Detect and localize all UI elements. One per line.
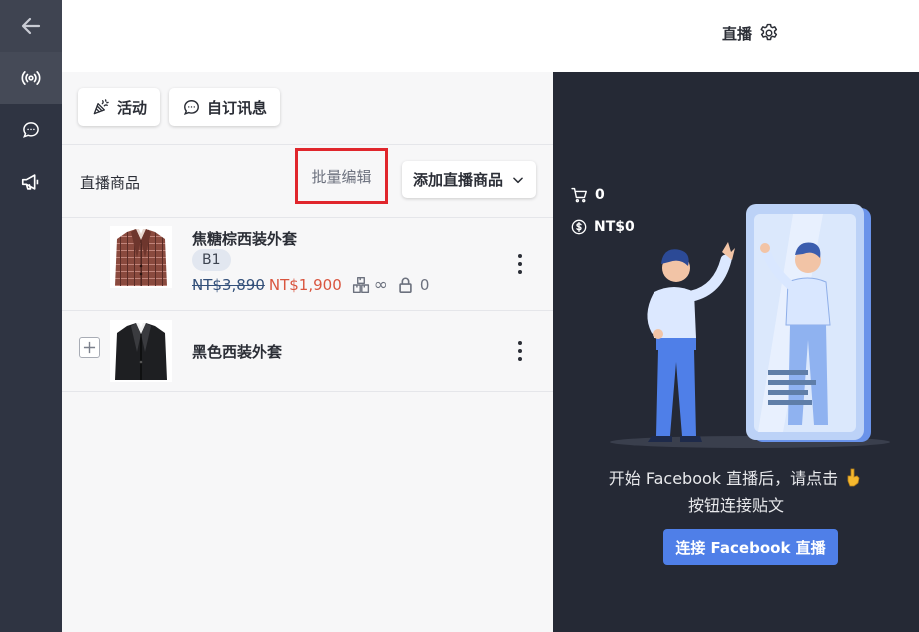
bulk-edit-button[interactable]: 批量编辑 xyxy=(295,148,388,204)
live-illustration xyxy=(610,204,890,448)
stock-value: ∞ xyxy=(373,275,388,295)
lock-icon xyxy=(399,277,412,294)
product-name: 黑色西装外套 xyxy=(192,343,283,361)
divider xyxy=(62,391,553,392)
product-code-badge: B1 xyxy=(192,249,231,271)
live-settings[interactable]: 直播 xyxy=(722,22,780,44)
chevron-down-icon xyxy=(513,176,523,183)
locked-count: 0 xyxy=(419,276,430,294)
plaid-jacket-image xyxy=(115,229,167,286)
section-title: 直播商品 xyxy=(80,174,141,192)
plus-icon xyxy=(83,341,96,354)
add-live-product-button[interactable]: 添加直播商品 xyxy=(402,161,536,198)
pointing-down-icon xyxy=(847,468,860,487)
toolbar: 活动 自订讯息 xyxy=(78,88,281,126)
gear-icon xyxy=(760,23,778,41)
cart-icon xyxy=(571,187,587,203)
party-popper-icon xyxy=(93,99,109,115)
cart-count: 0 xyxy=(595,187,605,203)
connect-facebook-live-button[interactable]: 连接 Facebook 直播 xyxy=(663,529,838,565)
product-image xyxy=(110,320,172,382)
add-live-product-label: 添加直播商品 xyxy=(412,171,503,189)
live-preview-panel: 0 NT$0 开始 Facebook 直播后，请点击 按钮连接贴文 连接 Fac… xyxy=(553,72,919,632)
product-name: 焦糖棕西装外套 xyxy=(192,230,298,248)
product-row[interactable]: 黑色西装外套 xyxy=(62,311,553,391)
back-button[interactable] xyxy=(0,0,62,52)
more-options-button[interactable] xyxy=(514,341,526,361)
sidebar-item-announcements[interactable] xyxy=(0,156,62,208)
dollar-circle-icon xyxy=(571,219,587,235)
inventory-icon xyxy=(352,276,369,294)
activity-button[interactable]: 活动 xyxy=(78,88,161,126)
sidebar xyxy=(0,0,62,632)
product-price-line: NT$3,890 NT$1,900 ∞ 0 xyxy=(192,275,429,295)
hint-line-1: 开始 Facebook 直播后，请点击 xyxy=(608,469,839,488)
product-image xyxy=(110,226,172,288)
hint-line-2: 按钮连接贴文 xyxy=(687,496,784,515)
custom-message-button[interactable]: 自订讯息 xyxy=(169,88,281,126)
custom-message-label: 自订讯息 xyxy=(207,98,268,117)
more-options-button[interactable] xyxy=(514,254,526,274)
sidebar-item-messages[interactable] xyxy=(0,104,62,156)
expand-button[interactable] xyxy=(79,337,100,358)
activity-label: 活动 xyxy=(117,98,148,117)
cart-stat: 0 xyxy=(571,187,605,203)
original-price: NT$3,890 xyxy=(192,276,265,294)
connect-hint: 开始 Facebook 直播后，请点击 按钮连接贴文 xyxy=(553,465,919,519)
chat-bubble-icon xyxy=(183,99,199,115)
product-panel: 活动 自订讯息 直播商品 批量编辑 添加直播商品 焦糖棕西装外套 B1 NT$3… xyxy=(62,72,553,632)
broadcast-icon xyxy=(21,71,41,85)
arrow-left-icon xyxy=(21,17,41,35)
product-row[interactable]: 焦糖棕西装外套 B1 NT$3,890 NT$1,900 ∞ 0 xyxy=(62,217,553,310)
top-header: 直播 xyxy=(62,0,919,72)
black-jacket-image xyxy=(115,323,167,380)
page-title: 直播 xyxy=(722,24,753,43)
megaphone-icon xyxy=(21,174,39,190)
divider xyxy=(62,144,553,145)
chat-bubble-icon xyxy=(23,122,39,138)
sidebar-item-live[interactable] xyxy=(0,52,62,104)
sale-price: NT$1,900 xyxy=(268,276,342,294)
